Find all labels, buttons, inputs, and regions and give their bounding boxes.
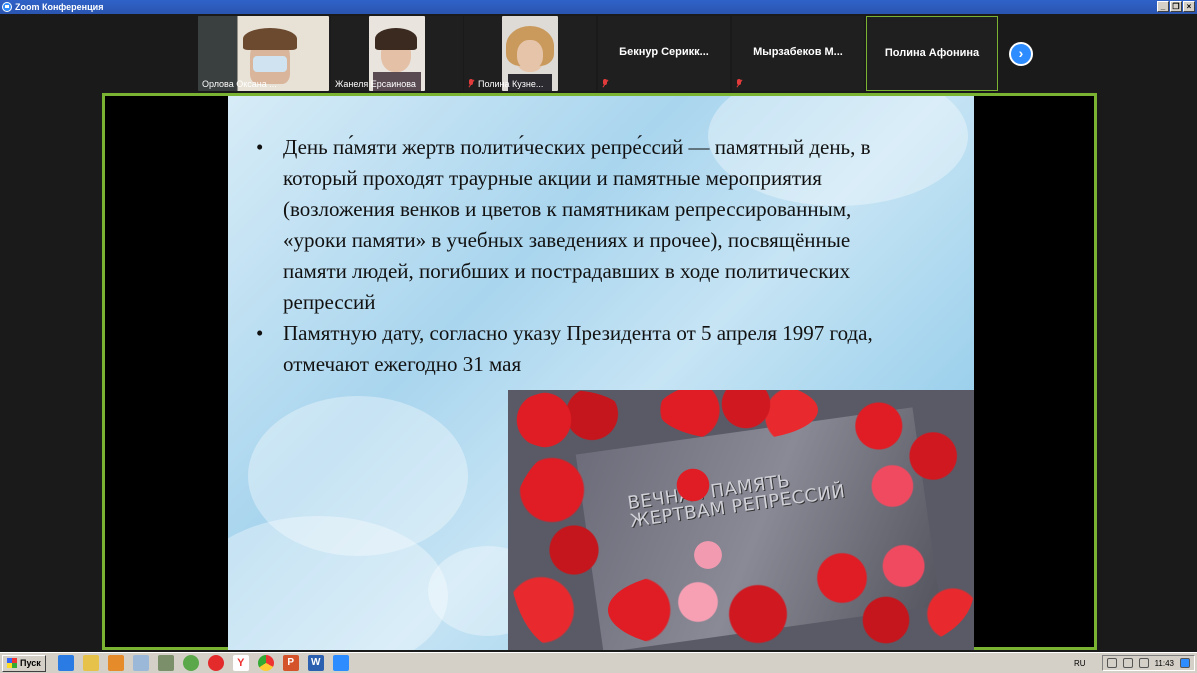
participant-tile[interactable]: Мырзабеков М...	[732, 16, 864, 91]
zoom-tray-icon[interactable]	[1180, 658, 1190, 668]
language-indicator[interactable]: RU	[1074, 659, 1086, 668]
app-icon[interactable]	[182, 655, 199, 671]
start-label: Пуск	[20, 658, 41, 668]
participant-name: Полина Кузне...	[468, 79, 543, 89]
participant-name: Орлова Оксана ...	[202, 79, 277, 89]
network-icon[interactable]	[1122, 658, 1133, 668]
ie-icon[interactable]	[57, 655, 74, 671]
participant-name: Полина Афонина	[884, 47, 980, 59]
clock: 11:43	[1154, 658, 1174, 668]
participant-tile[interactable]: Полина Кузне...	[464, 16, 596, 91]
opera-icon[interactable]	[207, 655, 224, 671]
participant-tile[interactable]: Бекнур Серикк...	[598, 16, 730, 91]
participant-mic-status	[602, 79, 612, 89]
zoom-app-icon	[2, 2, 12, 12]
tray-arrow-icon[interactable]	[1106, 658, 1117, 668]
chrome-icon[interactable]	[257, 655, 274, 671]
windows-logo-icon	[7, 658, 17, 668]
participant-strip: Орлова Оксана ... Жанеля Ерсаинова Полин…	[0, 14, 1197, 92]
slide-bullet: День па́мяти жертв полити́ческих репре́с…	[256, 132, 916, 318]
participant-tile[interactable]: Орлова Оксана ...	[198, 16, 330, 91]
muted-mic-icon	[468, 79, 474, 88]
participant-mic-status	[736, 79, 746, 89]
presentation-slide: День па́мяти жертв полити́ческих репре́с…	[228, 96, 974, 650]
system-tray: RU 11:43	[1074, 655, 1195, 671]
next-page-button[interactable]: ›	[1009, 42, 1033, 66]
powerpoint-icon[interactable]: P	[282, 655, 299, 671]
window-title: Zoom Конференция	[15, 2, 104, 12]
close-button[interactable]: ×	[1183, 1, 1195, 12]
media-icon[interactable]	[107, 655, 124, 671]
screen-share-area: День па́мяти жертв полити́ческих репре́с…	[102, 93, 1097, 650]
minimize-button[interactable]: _	[1157, 1, 1169, 12]
volume-icon[interactable]	[1138, 658, 1149, 668]
restore-button[interactable]: ❐	[1170, 1, 1182, 12]
slide-bullet: Памятную дату, согласно указу Президента…	[256, 318, 916, 380]
explorer-icon[interactable]	[82, 655, 99, 671]
word-icon[interactable]: W	[307, 655, 324, 671]
memorial-photo: ВЕЧНАЯ ПАМЯТЬ ЖЕРТВАМ РЕПРЕССИЙ	[508, 390, 974, 650]
window-controls: _ ❐ ×	[1157, 1, 1195, 12]
window-titlebar: Zoom Конференция _ ❐ ×	[0, 0, 1197, 14]
participant-tile[interactable]: Жанеля Ерсаинова	[331, 16, 463, 91]
muted-mic-icon	[736, 79, 742, 88]
slide-bullet-list: День па́мяти жертв полити́ческих репре́с…	[256, 132, 916, 380]
document-icon[interactable]	[132, 655, 149, 671]
participant-tile-active-speaker[interactable]: Полина Афонина	[866, 16, 998, 91]
participant-name: Бекнур Серикк...	[619, 46, 709, 58]
yandex-icon[interactable]: Y	[232, 655, 249, 671]
participant-name: Жанеля Ерсаинова	[335, 79, 416, 89]
chevron-right-icon: ›	[1018, 45, 1024, 61]
muted-mic-icon	[602, 79, 608, 88]
windows-taskbar: Пуск Y P W RU 11:43	[0, 652, 1197, 673]
app-icon[interactable]	[157, 655, 174, 671]
participant-name: Мырзабеков М...	[753, 46, 843, 58]
start-button[interactable]: Пуск	[2, 654, 46, 672]
zoom-taskbar-icon[interactable]	[332, 655, 349, 671]
